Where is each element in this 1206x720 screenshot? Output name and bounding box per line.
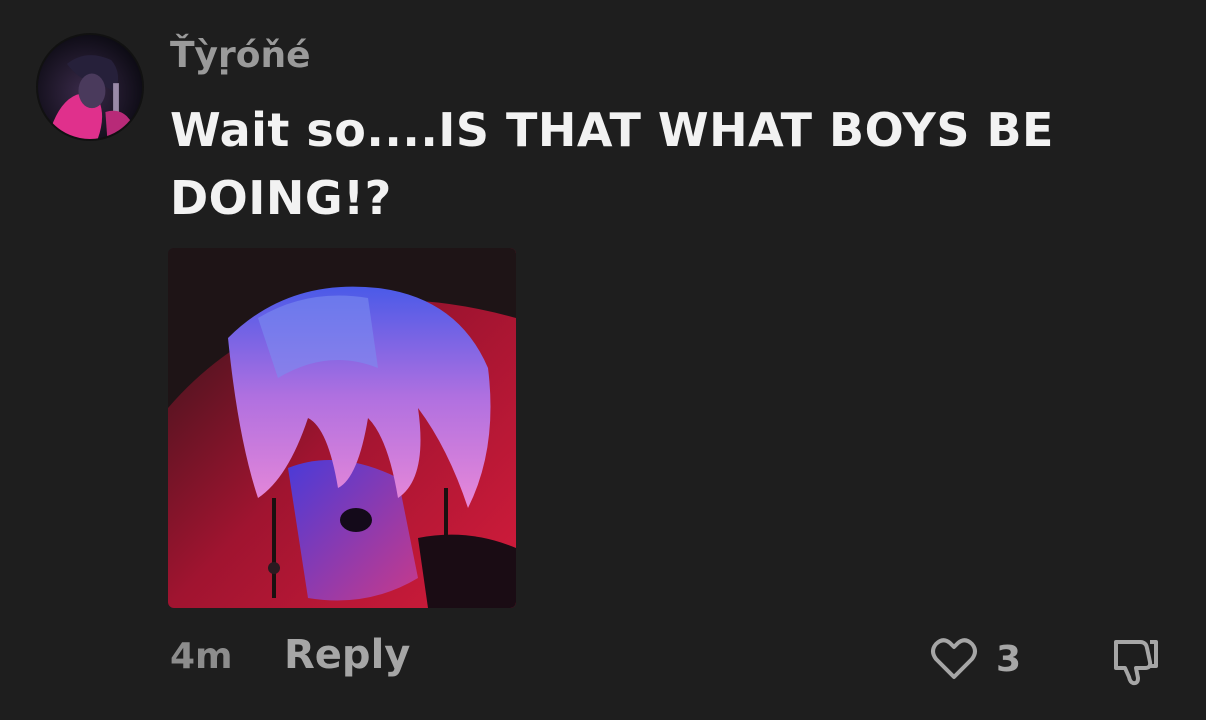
comment-text: Wait so....IS THAT WHAT BOYS BE DOING!? — [170, 103, 1054, 225]
user-avatar[interactable] — [36, 33, 144, 141]
comment-image-attachment[interactable] — [168, 248, 516, 608]
comment-timestamp: 4m — [170, 636, 233, 677]
heart-outline-icon — [931, 638, 977, 679]
attached-image — [168, 248, 516, 608]
reply-button[interactable]: Reply — [284, 632, 410, 678]
like-button[interactable]: 3 — [928, 632, 1021, 686]
comment-item: Ťỳṛóňé Wait so....IS THAT WHAT BOYS BE D… — [0, 0, 1206, 720]
dislike-button[interactable] — [1106, 632, 1162, 688]
avatar-image — [38, 35, 142, 139]
thumbs-down-icon — [1114, 640, 1158, 686]
like-count: 3 — [996, 638, 1022, 680]
username[interactable]: Ťỳṛóňé — [170, 34, 311, 77]
